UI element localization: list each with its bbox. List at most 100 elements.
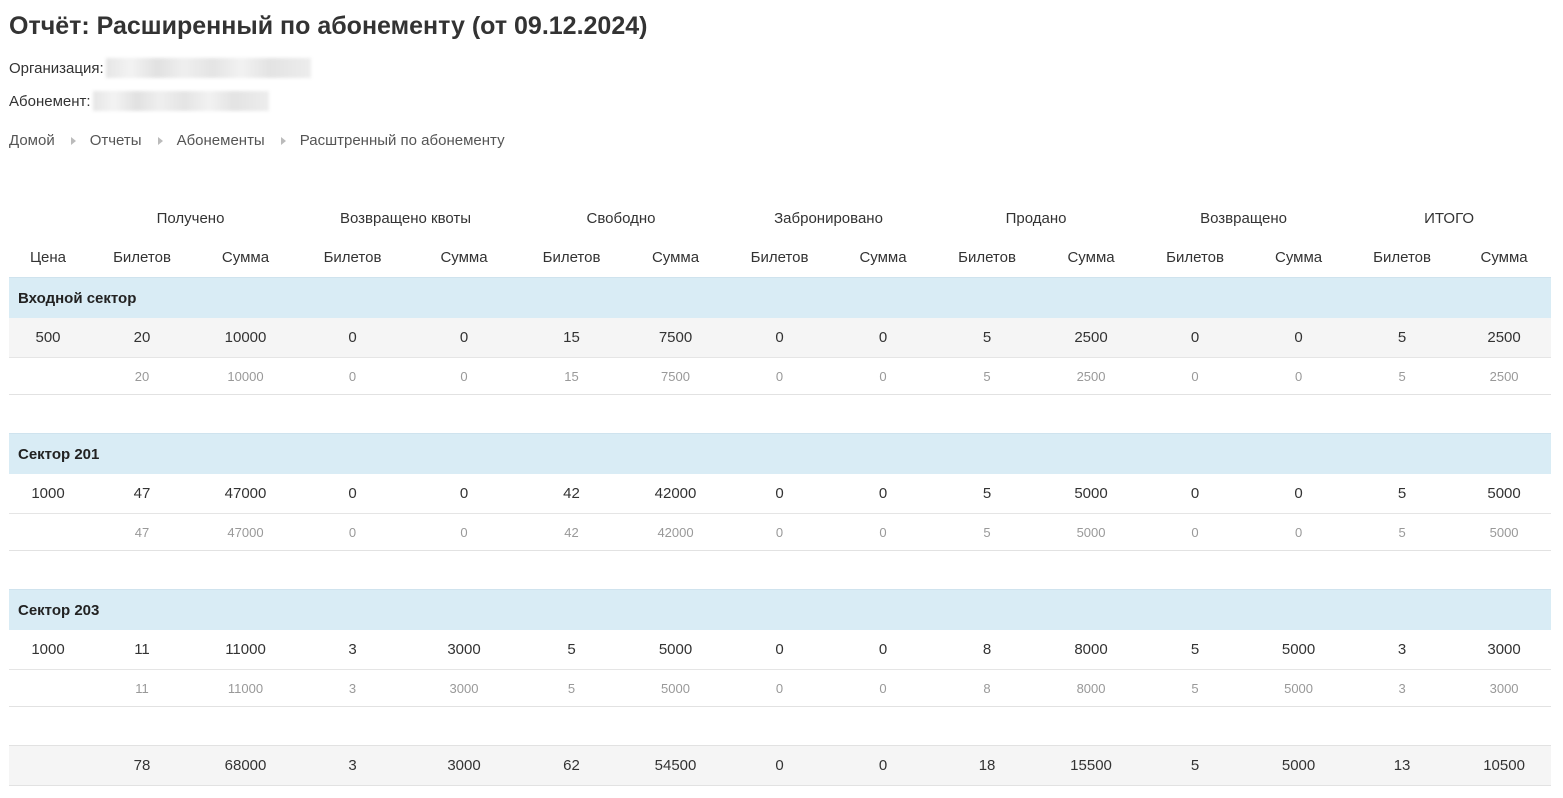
table-cell: 0 [411,474,518,514]
table-cell: 2500 [1042,318,1141,358]
group-header-empty [9,198,87,238]
column-header-tickets: Билетов [542,249,601,266]
sector-name: Сектор 201 [9,433,1552,474]
breadcrumb-subscriptions[interactable]: Абонементы [177,132,265,149]
table-cell [9,669,87,707]
column-header-tickets: Билетов [113,249,171,266]
table-cell: 0 [725,357,835,395]
table-cell: 15 [517,357,627,395]
spacer-cell [9,551,1551,590]
breadcrumb-current: Расштренный по абонементу [299,132,505,149]
table-cell: 0 [725,630,835,670]
report-page: Отчёт: Расширенный по абонементу (от 09.… [0,0,1563,798]
table-cell: 7500 [626,357,726,395]
table-cell: 5 [517,630,627,670]
table-cell: 18 [932,745,1043,786]
grand-total-row: 78 68000 3 3000 62 54500 0 0 18 15500 5 5000 13 10500 [9,745,1552,786]
table-cell: 3000 [1457,630,1552,670]
table-cell: 0 [294,357,411,395]
table-cell: 0 [834,318,933,358]
table-cell: 3 [1347,669,1458,707]
column-header-tickets: Билетов [1373,249,1431,266]
spacer-row [9,707,1551,746]
sector-name: Входной сектор [9,277,1552,318]
table-cell: 0 [834,357,933,395]
table-cell [9,357,87,395]
group-header-quota-returned: Возвращено квоты [339,209,472,227]
table-cell: 5000 [1250,745,1348,786]
table-cell: 42 [517,474,627,514]
spacer-row [9,395,1551,434]
table-cell: 2500 [1457,318,1552,358]
table-cell: 0 [725,474,835,514]
group-header-returned: Возвращено [1200,209,1287,227]
spacer-cell [9,707,1551,746]
table-cell: 42000 [626,513,726,551]
group-header-row: Получено Возвращено квоты Свободно Забро… [9,198,1551,238]
column-header-tickets: Билетов [1166,249,1224,266]
table-cell: 0 [294,513,411,551]
sector-header-row: Сектор 203 [9,589,1552,630]
breadcrumb-separator-icon [280,136,286,145]
table-cell: 47000 [197,513,294,551]
table-cell: 8 [932,669,1043,707]
table-cell: 10500 [1457,745,1552,786]
breadcrumb-reports[interactable]: Отчеты [90,132,142,149]
table-cell: 47 [87,474,197,514]
column-header-sum: Сумма [1274,249,1323,266]
table-cell: 0 [294,318,411,358]
table-cell: 7500 [626,318,726,358]
group-header-sold: Продано [1005,209,1067,227]
table-cell: 11000 [197,669,294,707]
table-cell: 15500 [1042,745,1141,786]
column-header-sum: Сумма [1067,249,1115,266]
table-cell: 47000 [197,474,294,514]
table-cell: 54500 [626,745,726,786]
table-cell: 3 [294,669,411,707]
table-cell: 5 [932,513,1043,551]
table-cell: 0 [411,513,518,551]
table-cell: 3000 [411,669,518,707]
table-cell: 3 [1347,630,1458,670]
report-body: Входной сектор 500 20 10000 0 0 15 7500 0 0 5 2500 0… [9,277,1552,786]
table-cell: 5 [1140,630,1251,670]
table-cell: 11 [87,630,197,670]
table-cell: 3000 [411,630,518,670]
table-cell: 5 [1347,474,1458,514]
sector-subtotal-row: 47 47000 0 0 42 42000 0 0 5 5000 0 0 5 5000 [9,513,1552,551]
table-cell: 5 [517,669,627,707]
column-header-sum: Сумма [440,249,488,266]
table-cell: 2500 [1042,357,1141,395]
column-header-tickets: Билетов [750,249,809,266]
table-cell: 0 [725,318,835,358]
price-row: 1000 47 47000 0 0 42 42000 0 0 5 5000 0 0 5 5000 [9,474,1552,514]
table-cell: 0 [1250,513,1348,551]
subscription-label: Абонемент: [9,92,91,110]
table-cell: 3000 [411,745,518,786]
breadcrumb-separator-icon [70,136,76,145]
column-header-sum: Сумма [859,249,907,266]
table-cell: 5000 [1457,513,1552,551]
table-cell: 1000 [9,630,87,670]
table-cell: 5 [932,318,1043,358]
table-cell: 5000 [1042,513,1141,551]
column-header-row: Цена Билетов Сумма Билетов Сумма Билетов… [9,238,1551,278]
subscription-value-redacted [92,91,269,111]
table-cell: 20 [87,318,197,358]
breadcrumb-home[interactable]: Домой [9,132,55,149]
table-cell: 2500 [1457,357,1552,395]
table-cell: 0 [1250,318,1348,358]
price-row: 500 20 10000 0 0 15 7500 0 0 5 2500 0 0 5 2500 [9,318,1552,358]
table-cell: 0 [1140,318,1251,358]
table-cell: 3 [294,630,411,670]
table-cell: 5 [1140,669,1251,707]
table-cell: 68000 [197,745,294,786]
page-title: Отчёт: Расширенный по абонементу (от 09.… [9,12,648,40]
organization-row: Организация: [9,58,311,78]
sector-header-row: Сектор 201 [9,433,1552,474]
spacer-cell [9,395,1551,434]
table-cell: 0 [1140,513,1251,551]
table-cell: 0 [725,745,835,786]
column-header-sum: Сумма [221,249,270,266]
table-cell: 42000 [626,474,726,514]
